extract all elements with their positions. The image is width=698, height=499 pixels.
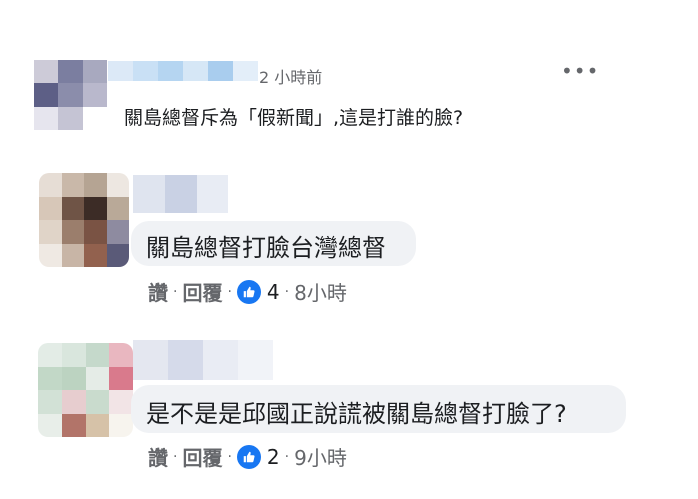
comment-timestamp[interactable]: 9小時	[294, 442, 347, 471]
separator-dot: ·	[227, 448, 232, 465]
reply-button[interactable]: 回覆	[182, 277, 222, 306]
separator-dot: ·	[227, 283, 232, 300]
more-options-icon[interactable]: •••	[561, 59, 599, 83]
comment-text: 關島總督打臉台灣總督	[146, 234, 386, 262]
reaction-count[interactable]: 4	[267, 280, 280, 304]
commenter-name[interactable]	[133, 340, 273, 380]
comment-timestamp[interactable]: 2 小時前	[259, 64, 322, 88]
separator-dot: ·	[173, 448, 178, 465]
like-button[interactable]: 讚	[148, 277, 168, 306]
comment-actions: 讚 · 回覆 · 2 · 9小時	[148, 442, 347, 471]
comment-text: 是不是是邱國正說謊被關島總督打臉了?	[146, 400, 567, 428]
avatar[interactable]	[38, 343, 133, 437]
separator-dot: ·	[284, 283, 290, 300]
comment-text: 關島總督斥為「假新聞」,這是打誰的臉?	[124, 107, 464, 129]
comment-actions: 讚 · 回覆 · 4 · 8小時	[148, 277, 347, 306]
reaction-count[interactable]: 2	[267, 445, 280, 469]
like-button[interactable]: 讚	[148, 442, 168, 471]
commenter-name[interactable]	[108, 61, 258, 81]
reply-button[interactable]: 回覆	[182, 442, 222, 471]
comment-timestamp[interactable]: 8小時	[294, 277, 347, 306]
thumbs-up-icon[interactable]	[236, 279, 261, 304]
avatar[interactable]	[34, 60, 107, 130]
thumbs-up-icon[interactable]	[236, 444, 261, 469]
separator-dot: ·	[284, 448, 290, 465]
commenter-name[interactable]	[133, 175, 228, 213]
separator-dot: ·	[173, 283, 178, 300]
avatar[interactable]	[39, 173, 129, 267]
